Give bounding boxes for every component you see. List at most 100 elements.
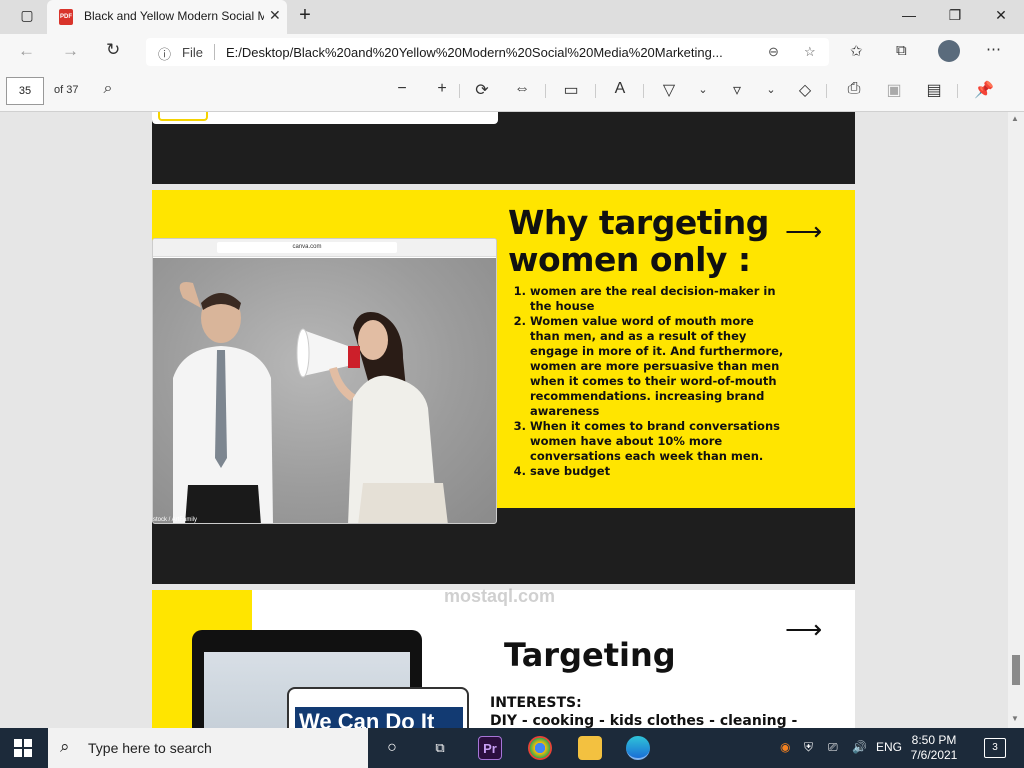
scrollbar[interactable]: ▲ ▼ bbox=[1008, 112, 1024, 728]
pin-toolbar-icon[interactable]: 📌 bbox=[973, 80, 995, 100]
erase-icon[interactable]: ◇ bbox=[794, 80, 816, 100]
tab-title: Black and Yellow Modern Social Media Mar… bbox=[84, 9, 264, 23]
avast-icon[interactable]: ◉ bbox=[780, 740, 790, 754]
chrome-icon[interactable] bbox=[528, 736, 552, 760]
url-text[interactable]: E:/Desktop/Black%20and%20Yellow%20Modern… bbox=[226, 45, 746, 60]
watermark: mostaql.com bbox=[444, 586, 556, 606]
pdf-page: We Can Do It ⟶ Targeting INTERESTS: DIY … bbox=[152, 590, 855, 728]
premiere-icon[interactable]: Pr bbox=[478, 736, 502, 760]
security-icon[interactable]: ⛨ bbox=[804, 740, 813, 755]
fit-width-icon[interactable]: ⇔ bbox=[511, 80, 533, 98]
divider bbox=[545, 84, 546, 98]
clock-time: 8:50 PM bbox=[911, 733, 957, 747]
divider bbox=[459, 84, 460, 98]
tab-close-icon[interactable]: ✕ bbox=[269, 7, 281, 24]
maximize-icon[interactable]: ❐ bbox=[932, 4, 978, 28]
interests-text: INTERESTS: DIY - cooking - kids clothes … bbox=[490, 694, 797, 728]
pdf-icon: PDF bbox=[59, 9, 73, 25]
highlight-icon[interactable]: ▿ bbox=[726, 80, 748, 100]
search-placeholder: Type here to search bbox=[88, 740, 212, 756]
minimize-icon[interactable]: — bbox=[886, 4, 932, 28]
tab-actions-icon[interactable]: ▢ bbox=[4, 4, 50, 28]
close-window-icon[interactable]: ✕ bbox=[978, 4, 1024, 28]
more-icon[interactable]: ⋯ bbox=[986, 40, 1001, 58]
draw-icon[interactable]: ▽ bbox=[658, 80, 680, 100]
scroll-up-icon[interactable]: ▲ bbox=[1011, 114, 1019, 123]
list-item: women are the real decision-maker in the… bbox=[530, 284, 786, 314]
list-item: save budget bbox=[530, 464, 786, 479]
address-bar-row: ← → ↻ ⓘ File E:/Desktop/Black%20and%20Ye… bbox=[0, 34, 1024, 70]
list-item: Women value word of mouth more than men,… bbox=[530, 314, 786, 419]
zoom-icon[interactable]: ⊖ bbox=[768, 44, 779, 60]
save-icon[interactable]: ▣ bbox=[883, 80, 905, 100]
edge-icon[interactable] bbox=[626, 736, 650, 760]
search-icon[interactable]: ⌕ bbox=[97, 80, 119, 98]
pdf-toolbar: 35 of 37 ⌕ − + ⟳ ⇔ ▭ A ▽ ⌄ ▿ ⌄ ◇ ⎙ ▣ ▤ 📌 bbox=[0, 70, 1024, 112]
scrollbar-thumb[interactable] bbox=[1012, 655, 1020, 685]
cortana-icon[interactable]: ○ bbox=[380, 736, 404, 760]
read-aloud-icon[interactable]: A bbox=[609, 80, 631, 98]
profile-avatar[interactable] bbox=[938, 40, 960, 62]
browser-mockup-image: canva.com stock / ArtFamily bbox=[152, 238, 497, 524]
interests-list: DIY - cooking - kids clothes - cleaning … bbox=[490, 713, 798, 728]
favorites-icon[interactable]: ✩ bbox=[850, 42, 863, 60]
page-decoration bbox=[158, 112, 208, 121]
divider bbox=[957, 84, 958, 98]
address-prefix: File bbox=[182, 45, 203, 60]
new-tab-icon[interactable]: + bbox=[282, 4, 328, 28]
refresh-icon[interactable]: ↻ bbox=[106, 40, 120, 60]
windows-start-icon[interactable] bbox=[14, 739, 32, 757]
list-item: When it comes to brand conversations wom… bbox=[530, 419, 786, 464]
arrow-right-icon: ⟶ bbox=[785, 216, 823, 246]
photo-man-woman-megaphone: stock / ArtFamily bbox=[153, 258, 496, 523]
pdf-viewer[interactable]: canva.com stock / ArtFamily Why targetin… bbox=[0, 112, 1008, 728]
forward-icon[interactable]: → bbox=[62, 41, 79, 61]
phone-image: We Can Do It bbox=[287, 687, 469, 728]
taskbar: ⌕ Type here to search ○ ⧉ Pr ◉ ⛨ ⎚ 🔊 ENG… bbox=[0, 728, 1024, 768]
divider bbox=[595, 84, 596, 98]
interests-label: INTERESTS: bbox=[490, 695, 582, 711]
info-icon[interactable]: ⓘ bbox=[158, 44, 171, 63]
address-bar[interactable]: ⓘ File E:/Desktop/Black%20and%20Yellow%2… bbox=[146, 38, 829, 66]
task-view-icon[interactable]: ⧉ bbox=[428, 736, 452, 760]
mockup-url: canva.com bbox=[217, 242, 397, 253]
zoom-out-icon[interactable]: − bbox=[391, 80, 413, 98]
clock-date: 7/6/2021 bbox=[910, 748, 958, 762]
search-icon: ⌕ bbox=[60, 737, 70, 756]
rotate-icon[interactable]: ⟳ bbox=[471, 80, 493, 100]
back-icon[interactable]: ← bbox=[18, 41, 35, 61]
slide-heading: Targeting bbox=[504, 636, 676, 674]
page-view-icon[interactable]: ▭ bbox=[560, 80, 582, 100]
taskbar-search[interactable]: ⌕ Type here to search bbox=[48, 728, 368, 768]
page-total: of 37 bbox=[54, 84, 79, 96]
photo-credit: stock / ArtFamily bbox=[153, 517, 198, 523]
save-as-icon[interactable]: ▤ bbox=[923, 80, 945, 100]
draw-dropdown-icon[interactable]: ⌄ bbox=[692, 83, 714, 96]
highlight-dropdown-icon[interactable]: ⌄ bbox=[760, 83, 782, 96]
scroll-down-icon[interactable]: ▼ bbox=[1011, 714, 1019, 723]
mockup-chrome: canva.com bbox=[153, 239, 496, 257]
slide-headline: Why targeting women only : bbox=[508, 203, 769, 279]
zoom-in-icon[interactable]: + bbox=[431, 80, 453, 98]
photo-illustration bbox=[173, 282, 448, 523]
notification-icon[interactable]: 3 bbox=[984, 738, 1006, 758]
divider bbox=[214, 44, 215, 60]
clock[interactable]: 8:50 PM 7/6/2021 bbox=[904, 733, 964, 763]
arrow-right-icon: ⟶ bbox=[785, 614, 823, 644]
pdf-page: canva.com stock / ArtFamily Why targetin… bbox=[152, 190, 855, 584]
network-icon[interactable]: ⎚ bbox=[828, 740, 838, 755]
language-indicator[interactable]: ENG bbox=[876, 740, 902, 754]
phone-banner: We Can Do It bbox=[295, 707, 463, 728]
print-icon[interactable]: ⎙ bbox=[843, 80, 865, 98]
tab-active[interactable]: PDF Black and Yellow Modern Social Media… bbox=[47, 0, 287, 34]
page-number-input[interactable]: 35 bbox=[6, 77, 44, 105]
reasons-list: women are the real decision-maker in the… bbox=[514, 284, 786, 479]
pdf-page bbox=[152, 112, 855, 184]
collections-icon[interactable]: ⧉ bbox=[896, 42, 907, 59]
volume-icon[interactable]: 🔊 bbox=[852, 740, 867, 754]
divider bbox=[826, 84, 827, 98]
add-favorite-icon[interactable]: ☆ bbox=[804, 44, 816, 60]
title-bar: ▢ PDF Black and Yellow Modern Social Med… bbox=[0, 0, 1024, 34]
divider bbox=[643, 84, 644, 98]
file-explorer-icon[interactable] bbox=[578, 736, 602, 760]
